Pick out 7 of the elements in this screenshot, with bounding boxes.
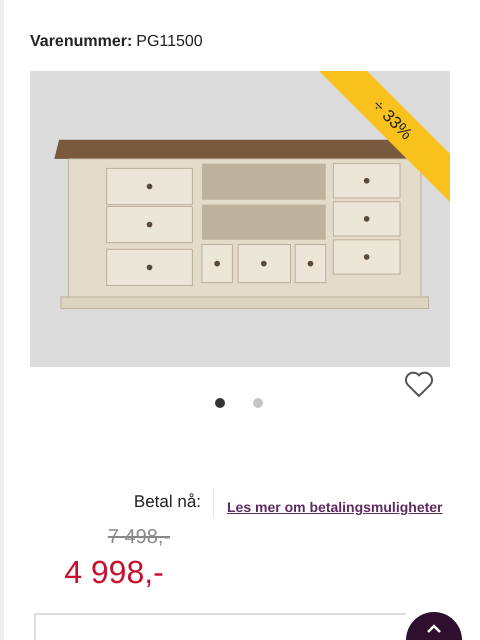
pay-now-label: Betal nå: [134, 491, 201, 513]
chevron-up-icon [426, 624, 442, 634]
old-price: 7 498,- [108, 525, 170, 550]
payment-info-link[interactable]: Les mer om betalingsmuligheter [227, 497, 442, 518]
sale-price: 4 998,- [64, 553, 164, 592]
sku-label: Varenummer: [30, 32, 132, 52]
sku-number: PG11500 [136, 32, 203, 52]
